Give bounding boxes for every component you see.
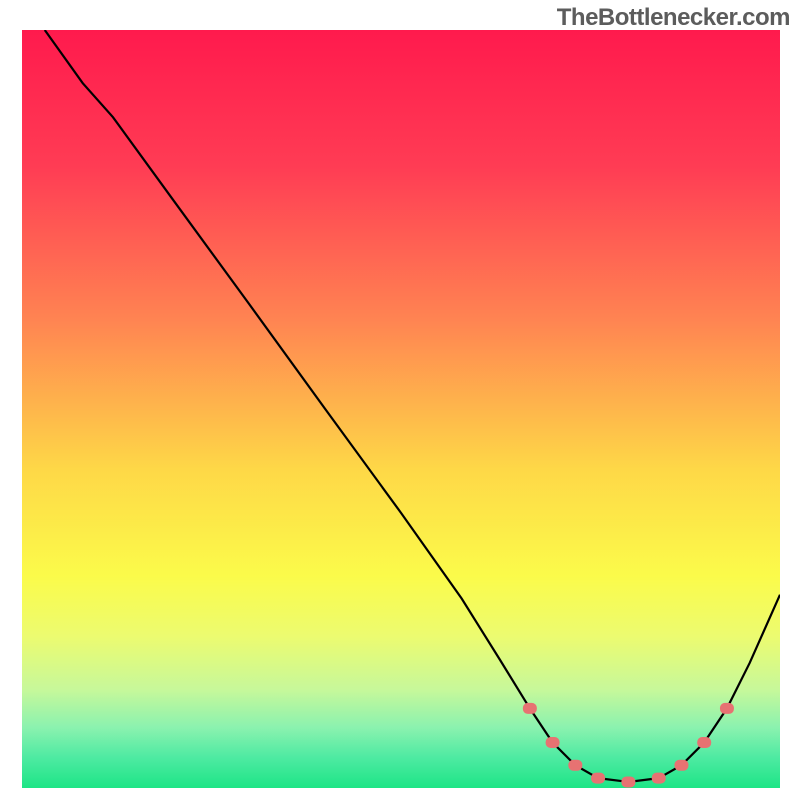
marker-bead <box>621 776 635 787</box>
marker-bead <box>568 760 582 771</box>
watermark-text: TheBottlenecker.com <box>557 4 790 32</box>
chart-svg <box>22 30 780 788</box>
marker-bead <box>697 737 711 748</box>
marker-bead <box>523 703 537 714</box>
chart-frame: TheBottlenecker.com <box>0 0 800 800</box>
gradient-background <box>22 30 780 788</box>
marker-bead <box>591 773 605 784</box>
marker-bead <box>652 773 666 784</box>
marker-bead <box>720 703 734 714</box>
chart-plot-area <box>22 30 780 788</box>
marker-bead <box>674 760 688 771</box>
marker-bead <box>546 737 560 748</box>
